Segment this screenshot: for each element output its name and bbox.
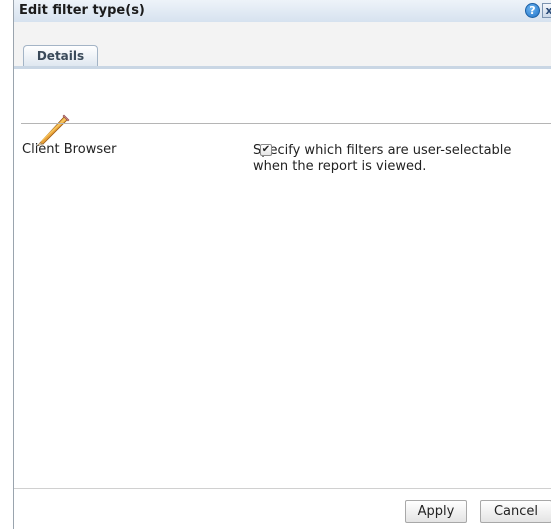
filter-label-client-browser: Client Browser: [22, 142, 117, 157]
apply-button[interactable]: Apply: [405, 500, 467, 523]
instructions-text: Specify which filters are user-selectabl…: [253, 143, 551, 175]
instructions-line-2: when the report is viewed.: [253, 159, 427, 174]
edit-filter-type-dialog: Edit filter type(s) ? x Details Specify …: [13, 0, 551, 530]
close-icon[interactable]: x: [542, 3, 551, 18]
header-divider: [21, 123, 551, 124]
tab-strip: Details: [14, 22, 551, 70]
tab-details[interactable]: Details: [23, 45, 98, 66]
dialog-title: Edit filter type(s): [19, 3, 145, 18]
dialog-titlebar: Edit filter type(s) ? x: [14, 0, 551, 23]
instructions-line-1: Specify which filters are user-selectabl…: [253, 143, 512, 158]
dialog-header-area: Specify which filters are user-selectabl…: [14, 69, 551, 174]
help-icon[interactable]: ?: [525, 3, 540, 18]
cancel-button[interactable]: Cancel: [480, 500, 551, 523]
client-browser-checkbox[interactable]: ✔: [260, 144, 272, 156]
dialog-footer: Apply Cancel: [14, 488, 551, 530]
